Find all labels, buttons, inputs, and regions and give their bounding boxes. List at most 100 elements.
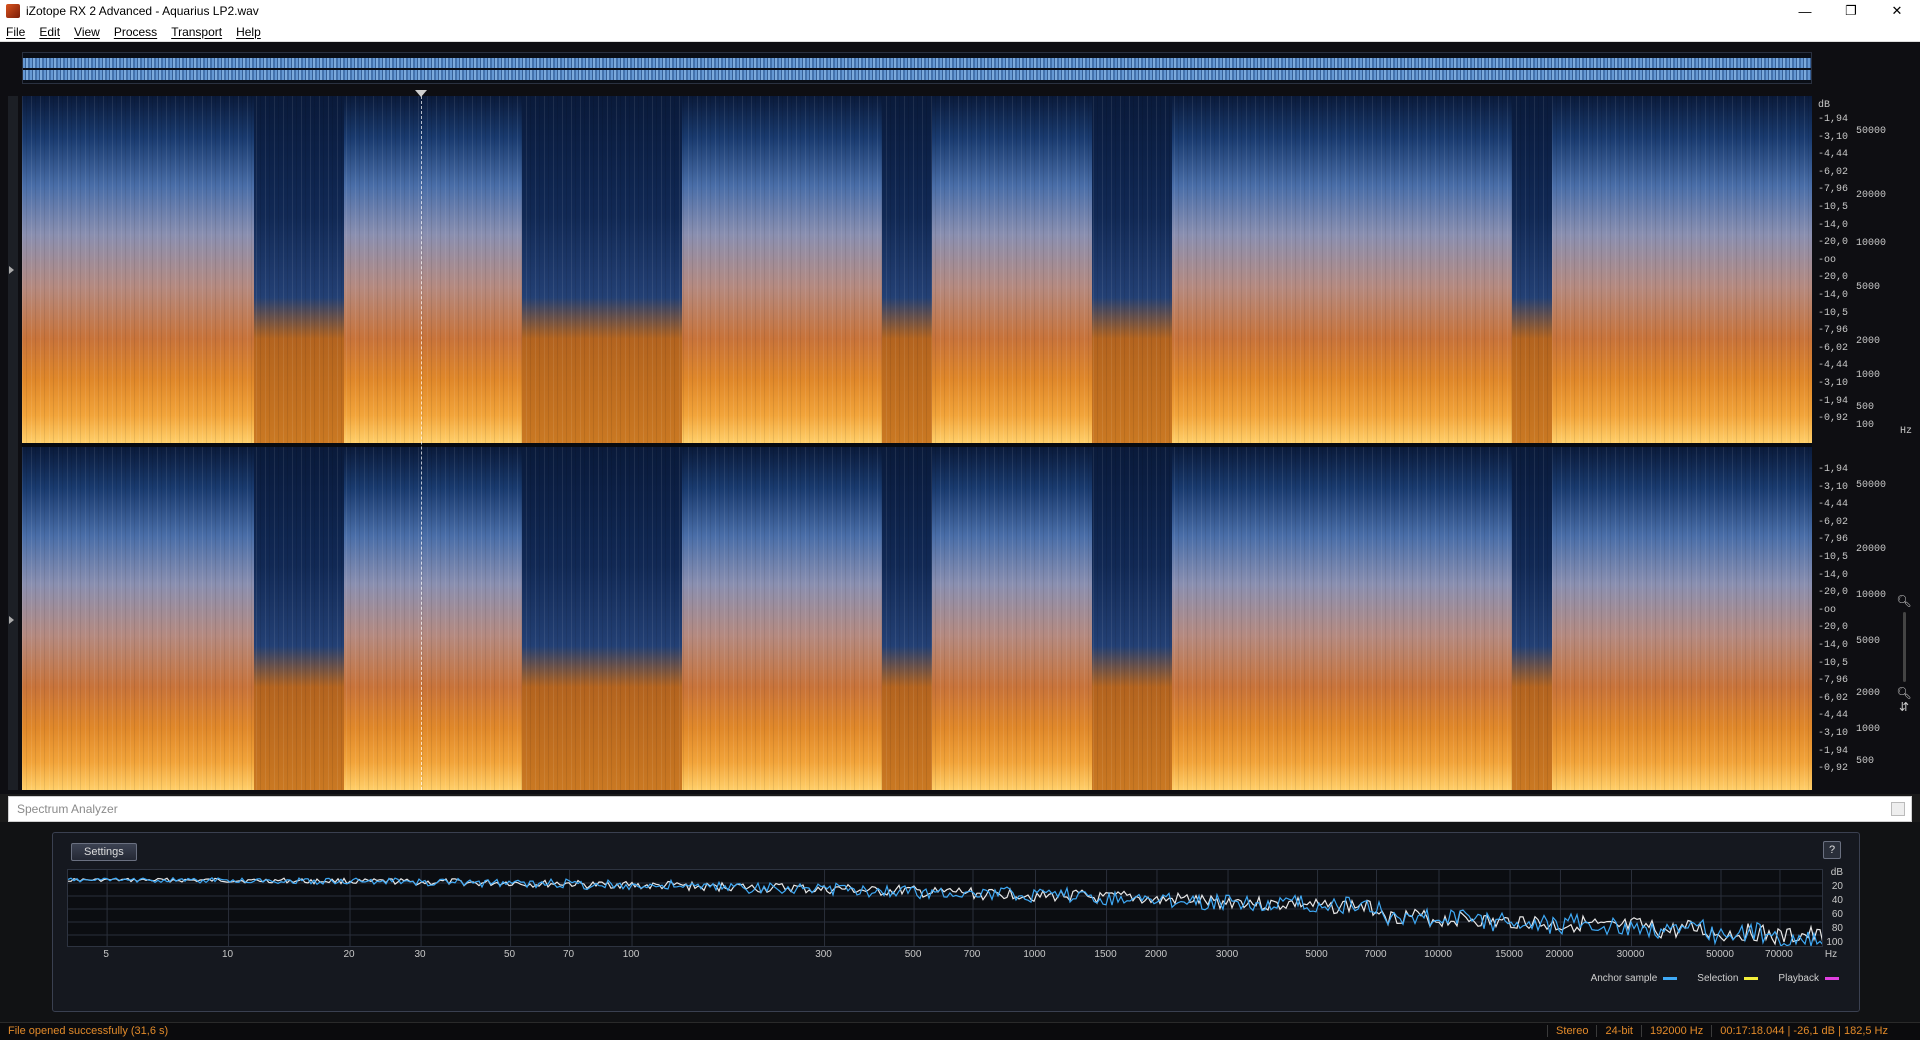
hz-scale-label: 500 xyxy=(1856,402,1875,413)
db-scale-label: -6,02 xyxy=(1818,342,1849,354)
legend-playback: Playback xyxy=(1778,973,1839,984)
legend-anchor-sample: Anchor sample xyxy=(1591,973,1678,984)
db-scale-label: -20,0 xyxy=(1818,272,1849,284)
editor-area: dB -1,94 -3,10 -4,44 -6,02 -7,96 -10,5 -14,0 -2… xyxy=(0,42,1920,794)
db-scale-label: -4,44 xyxy=(1818,499,1849,511)
minimize-button[interactable]: — xyxy=(1782,0,1828,22)
hz-scale-label: 2000 xyxy=(1856,688,1881,699)
spectrum-analyzer-close-button[interactable] xyxy=(1891,802,1905,816)
db-scale-label: -3,10 xyxy=(1818,131,1849,143)
spectrum-analyzer-panel: Settings ? dB 20 40 60 80 100 5 10 20 30 50 7… xyxy=(52,832,1860,1012)
db-unit-label: dB xyxy=(1818,100,1831,111)
menu-file[interactable]: File xyxy=(6,25,25,39)
zoom-fit-icon[interactable]: ⇵ xyxy=(1896,700,1912,714)
hz-tick: 5 xyxy=(103,949,109,960)
status-channels: Stereo xyxy=(1547,1025,1596,1037)
db-scale-label: -20,0 xyxy=(1818,587,1849,599)
db-tick: 100 xyxy=(1826,937,1843,948)
title-bar: iZotope RX 2 Advanced - Aquarius LP2.wav… xyxy=(0,0,1920,22)
legend-label: Anchor sample xyxy=(1590,973,1658,984)
legend-swatch xyxy=(1663,977,1678,980)
hz-tick: 70000 xyxy=(1765,949,1793,960)
legend-label: Playback xyxy=(1778,973,1819,984)
db-scale-label: -3,10 xyxy=(1818,728,1849,739)
db-scale-label: -4,44 xyxy=(1818,360,1849,372)
zoom-out-icon[interactable]: 🔍︎ xyxy=(1896,686,1912,700)
db-tick: 40 xyxy=(1831,895,1843,906)
hz-tick: 100 xyxy=(622,949,640,960)
menu-edit[interactable]: Edit xyxy=(39,25,60,39)
anchor-spectrum-curve xyxy=(68,876,1822,946)
db-scale-label: -3,10 xyxy=(1818,378,1849,389)
hz-tick: 5000 xyxy=(1305,949,1328,960)
db-scale-label: -10,5 xyxy=(1818,307,1849,319)
hz-tick: 1000 xyxy=(1023,949,1046,960)
db-scale-label: -1,94 xyxy=(1818,395,1849,407)
hz-tick: 300 xyxy=(815,949,832,960)
menu-bar: File Edit View Process Transport Help xyxy=(0,22,1920,42)
zoom-slider[interactable] xyxy=(1902,612,1906,682)
hz-scale-label: 100 xyxy=(1856,420,1875,431)
spectrum-plot[interactable] xyxy=(67,869,1823,947)
zoom-in-icon[interactable]: 🔍︎ xyxy=(1896,594,1912,608)
channel-left-marker xyxy=(9,266,14,274)
hz-tick: 2000 xyxy=(1144,949,1168,960)
db-scale-label: -10,5 xyxy=(1818,657,1849,669)
spectrum-db-axis: dB 20 40 60 80 100 xyxy=(1819,867,1843,949)
status-sample-rate: 192000 Hz xyxy=(1641,1025,1711,1037)
hz-tick: 20000 xyxy=(1545,949,1574,960)
spectrogram-channel-left[interactable] xyxy=(22,96,1812,443)
channel-right-marker xyxy=(9,616,14,624)
restore-button[interactable]: ❐ xyxy=(1828,0,1874,22)
app-icon xyxy=(6,4,20,18)
db-tick: 60 xyxy=(1831,909,1843,920)
legend-label: Selection xyxy=(1697,973,1739,984)
db-scale-label: -7,96 xyxy=(1818,184,1849,196)
db-scale-label: -0,92 xyxy=(1818,413,1849,425)
close-button[interactable]: ✕ xyxy=(1874,0,1920,22)
db-scale-label: -4,44 xyxy=(1818,710,1849,722)
hz-scale-label: 5000 xyxy=(1856,282,1881,293)
waveform-overview[interactable] xyxy=(22,52,1812,84)
window-title: iZotope RX 2 Advanced - Aquarius LP2.wav xyxy=(26,4,259,18)
hz-scale-label: 1000 xyxy=(1856,724,1881,735)
hz-tick: 3000 xyxy=(1215,949,1239,960)
menu-help[interactable]: Help xyxy=(236,25,261,39)
db-scale-label: -0,92 xyxy=(1818,763,1849,775)
channel-ruler xyxy=(8,96,18,790)
menu-transport[interactable]: Transport xyxy=(171,25,222,39)
zoom-control: 🔍︎ 🔍︎ ⇵ xyxy=(1896,594,1912,744)
hz-tick: 15000 xyxy=(1495,949,1523,960)
menu-process[interactable]: Process xyxy=(114,25,157,39)
legend-swatch xyxy=(1825,977,1839,980)
db-scale-label: -1,94 xyxy=(1818,464,1849,475)
status-bar: File opened successfully (31,6 s) Stereo… xyxy=(0,1022,1920,1040)
hz-tick: 500 xyxy=(904,949,922,960)
selection-spectrum-curve xyxy=(68,877,1822,946)
hz-scale-label: 50000 xyxy=(1856,126,1887,137)
db-scale-label: -7,96 xyxy=(1818,325,1849,337)
spectrogram-channel-right[interactable] xyxy=(22,447,1812,790)
settings-button[interactable]: Settings xyxy=(71,843,137,861)
spectrum-plot-svg xyxy=(68,870,1822,946)
db-scale-label: -20,0 xyxy=(1818,237,1849,249)
db-tick: 20 xyxy=(1831,881,1843,892)
db-scale-label: -14,0 xyxy=(1818,569,1849,581)
playhead-marker-icon[interactable] xyxy=(415,90,427,97)
db-scale-label: -oo xyxy=(1818,254,1837,266)
hz-tick: 7000 xyxy=(1364,949,1387,960)
hz-scale-label: 5000 xyxy=(1856,636,1881,647)
legend-swatch xyxy=(1744,977,1759,980)
hz-tick: 50000 xyxy=(1706,949,1734,960)
hz-scale-label: 10000 xyxy=(1856,590,1887,601)
hz-scale-label: 50000 xyxy=(1856,480,1887,491)
hz-scale-label: 20000 xyxy=(1856,190,1887,201)
menu-view[interactable]: View xyxy=(74,25,100,39)
hz-tick: 10000 xyxy=(1424,949,1452,960)
spectrum-legend: Anchor sample Selection Playback xyxy=(1591,973,1839,984)
spectrogram-view[interactable] xyxy=(22,96,1812,790)
hz-scale-label: 2000 xyxy=(1856,336,1881,347)
playhead-cursor[interactable] xyxy=(421,96,422,790)
help-button[interactable]: ? xyxy=(1823,841,1841,859)
db-scale-label: -1,94 xyxy=(1818,745,1849,757)
